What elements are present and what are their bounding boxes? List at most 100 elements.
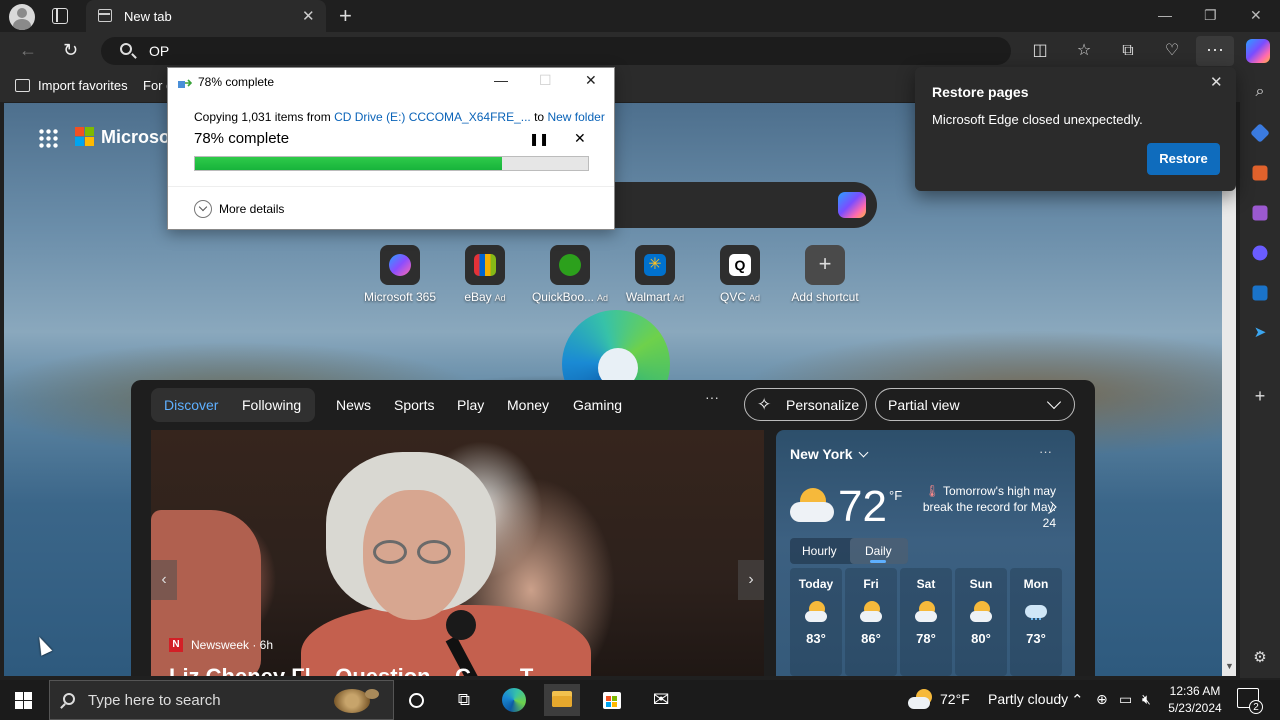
news-card[interactable]: ‹ › N Newsweek · 6h Liz Cheney Fl... Que… bbox=[151, 430, 764, 676]
back-arrow-icon[interactable]: ← bbox=[19, 40, 37, 61]
microsoft365-icon[interactable] bbox=[1252, 245, 1268, 261]
shortcut-walmart[interactable]: ✳ Walmart Ad bbox=[613, 245, 697, 304]
forecast-day[interactable]: Sat 78° bbox=[900, 568, 952, 676]
add-sidebar-app-icon[interactable]: + bbox=[1250, 386, 1270, 406]
feed-tab-gaming[interactable]: Gaming bbox=[573, 397, 622, 413]
taskbar-mail-icon[interactable]: ✉ bbox=[643, 684, 679, 716]
feed-tab-sports[interactable]: Sports bbox=[394, 397, 434, 413]
import-favorites-link[interactable]: Import favorites bbox=[38, 78, 128, 93]
games-icon[interactable] bbox=[1252, 205, 1268, 221]
search-copilot-icon[interactable] bbox=[838, 192, 866, 218]
feed-tab-play[interactable]: Play bbox=[457, 397, 484, 413]
feed-tab-news[interactable]: News bbox=[336, 397, 371, 413]
new-tab-button[interactable]: + bbox=[339, 3, 352, 29]
tab-actions-icon[interactable] bbox=[52, 8, 68, 24]
personalize-button[interactable]: ✧ Personalize bbox=[744, 388, 867, 421]
copy-source-link[interactable]: CD Drive (E:) CCCOMA_X64FRE_... bbox=[334, 110, 531, 124]
browser-essentials-icon[interactable]: ♡ bbox=[1162, 41, 1182, 61]
task-view-icon[interactable]: ⧉ bbox=[446, 684, 482, 716]
forecast-day[interactable]: Today 83° bbox=[790, 568, 842, 676]
shortcut-add[interactable]: + Add shortcut bbox=[783, 245, 867, 304]
forecast-day[interactable]: Mon 73° bbox=[1010, 568, 1062, 676]
copilot-icon[interactable] bbox=[1246, 39, 1270, 63]
tab-page-icon bbox=[98, 9, 112, 22]
shortcut-quickbooks[interactable]: QuickBoo... Ad bbox=[528, 245, 612, 304]
restore-title: Restore pages bbox=[932, 84, 1029, 100]
weather-alert[interactable]: 🌡 Tomorrow's high may break the record f… bbox=[916, 483, 1056, 531]
address-bar[interactable]: OP bbox=[101, 37, 1011, 65]
close-window-button[interactable]: ✕ bbox=[1250, 7, 1262, 24]
file-copy-icon bbox=[178, 79, 192, 88]
shortcut-microsoft365[interactable]: Microsoft 365 bbox=[358, 245, 442, 304]
plus-icon: + bbox=[818, 251, 832, 276]
forecast-day[interactable]: Fri 86° bbox=[845, 568, 897, 676]
split-screen-icon[interactable]: ◫ bbox=[1030, 41, 1050, 61]
feed-tab-following[interactable]: Following bbox=[242, 397, 301, 413]
taskbar-weather-temp[interactable]: 72°F bbox=[940, 691, 970, 707]
sidebar-search-icon[interactable]: ⌕ bbox=[1250, 83, 1270, 103]
tab-close-icon[interactable]: ✕ bbox=[302, 7, 315, 25]
feed-tab-money[interactable]: Money bbox=[507, 397, 549, 413]
shortcut-ebay[interactable]: eBay Ad bbox=[443, 245, 527, 304]
shortcut-qvc[interactable]: Q QVC Ad bbox=[698, 245, 782, 304]
restore-pages-popup: Restore pages Microsoft Edge closed unex… bbox=[915, 67, 1236, 191]
carousel-next-icon[interactable]: › bbox=[738, 560, 764, 600]
forecast-day-high: 83° bbox=[806, 631, 826, 646]
news-headline[interactable]: Liz Cheney Fl... Question... C... ... T.… bbox=[169, 664, 549, 676]
news-image-microphone bbox=[446, 610, 476, 640]
feed-more-button[interactable]: ··· bbox=[705, 389, 719, 405]
personalize-sparkle-icon: ✧ bbox=[757, 395, 772, 414]
tools-icon[interactable] bbox=[1252, 165, 1268, 181]
taskbar-weather-desc[interactable]: Partly cloudy bbox=[988, 691, 1068, 707]
taskbar-weather-icon[interactable] bbox=[908, 689, 934, 711]
thermometer-icon: 🌡 bbox=[924, 484, 940, 498]
volume-muted-icon[interactable]: 🔇︎ bbox=[1142, 691, 1151, 708]
tab-new-tab[interactable]: New tab ✕ bbox=[86, 0, 326, 32]
forecast-hourly-tab[interactable]: Hourly bbox=[802, 544, 837, 558]
taskbar-file-explorer-icon[interactable] bbox=[544, 684, 580, 716]
taskbar-search-box[interactable]: Type here to search bbox=[49, 680, 394, 720]
cancel-copy-button[interactable]: ✕ bbox=[574, 130, 586, 147]
more-details-button[interactable]: More details bbox=[219, 202, 284, 216]
close-popup-icon[interactable]: ✕ bbox=[1210, 73, 1223, 91]
address-input[interactable]: OP bbox=[149, 43, 169, 59]
copy-destination-link[interactable]: New folder bbox=[547, 110, 604, 124]
shortcut-tile: + bbox=[805, 245, 845, 285]
minimize-button[interactable]: — bbox=[1158, 7, 1172, 23]
restore-window-button[interactable]: ❐ bbox=[1204, 7, 1217, 24]
drop-send-icon[interactable]: ➤ bbox=[1250, 323, 1270, 343]
shopping-tag-icon[interactable] bbox=[1250, 123, 1270, 143]
collections-icon[interactable]: ⧉ bbox=[1118, 41, 1138, 61]
weather-more-button[interactable]: ··· bbox=[1039, 444, 1052, 459]
windows-start-icon[interactable] bbox=[15, 692, 32, 709]
app-launcher-icon[interactable] bbox=[38, 128, 58, 148]
restore-button[interactable]: Restore bbox=[1147, 143, 1220, 175]
dialog-close-button[interactable]: ✕ bbox=[585, 72, 597, 89]
forecast-daily-tab[interactable]: Daily bbox=[865, 544, 892, 558]
forecast-day[interactable]: Sun 80° bbox=[955, 568, 1007, 676]
sidebar-settings-gear-icon[interactable]: ⚙ bbox=[1250, 648, 1270, 668]
taskbar-clock[interactable]: 12:36 AM 5/23/2024 bbox=[1165, 683, 1225, 717]
cortana-icon[interactable] bbox=[398, 684, 434, 716]
chevron-down-icon[interactable] bbox=[858, 447, 869, 458]
outlook-icon[interactable] bbox=[1252, 285, 1268, 301]
expand-chevron-icon[interactable] bbox=[194, 200, 212, 218]
carousel-prev-icon[interactable]: ‹ bbox=[151, 560, 177, 600]
favorites-star-icon[interactable]: ☆ bbox=[1074, 41, 1094, 61]
taskbar-edge-icon[interactable] bbox=[496, 684, 532, 716]
view-mode-dropdown[interactable]: Partial view bbox=[875, 388, 1075, 421]
show-hidden-icons-chevron-icon[interactable]: ⌃ bbox=[1071, 691, 1084, 709]
taskbar-store-icon[interactable] bbox=[594, 684, 630, 716]
network-icon[interactable]: ▭ bbox=[1119, 691, 1132, 708]
profile-avatar[interactable] bbox=[9, 4, 35, 30]
refresh-icon[interactable]: ↻ bbox=[63, 40, 78, 61]
weather-unit: °F bbox=[889, 488, 903, 503]
settings-more-button[interactable]: ··· bbox=[1196, 36, 1234, 66]
feed-tab-discover[interactable]: Discover bbox=[164, 397, 218, 413]
tray-app-icon[interactable]: ⊕ bbox=[1096, 691, 1108, 708]
scroll-down-arrow-icon[interactable]: ▼ bbox=[1225, 661, 1234, 671]
pause-button[interactable]: ❚❚ bbox=[529, 132, 549, 146]
weather-card[interactable]: New York ··· 72 °F 🌡 Tomorrow's high may… bbox=[776, 430, 1075, 676]
dialog-minimize-button[interactable]: — bbox=[494, 72, 508, 88]
weather-city[interactable]: New York bbox=[790, 446, 853, 462]
